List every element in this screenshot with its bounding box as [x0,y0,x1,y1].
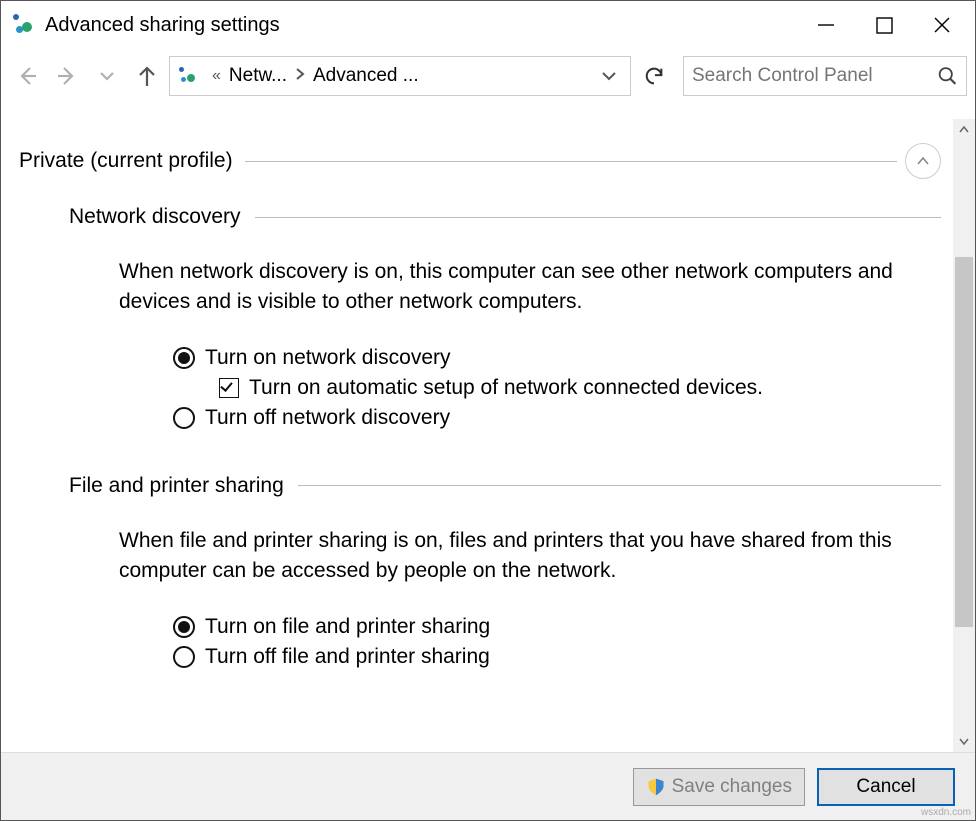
radio-icon [173,407,195,429]
scrollbar-track[interactable] [953,141,975,730]
scrollbar-thumb[interactable] [955,257,973,627]
divider [298,485,941,486]
minimize-button[interactable] [797,5,855,45]
radio-icon [173,616,195,638]
radio-file-printer-off[interactable]: Turn off file and printer sharing [173,645,941,669]
radio-label: Turn off file and printer sharing [205,645,490,669]
radio-label: Turn on file and printer sharing [205,615,490,639]
watermark: wsxdn.com [921,807,971,818]
button-label: Cancel [856,776,915,798]
section-heading: Network discovery [69,205,255,229]
radio-label: Turn off network discovery [205,406,450,430]
divider [255,217,941,218]
address-bar[interactable]: « Netw... Advanced ... [169,56,631,96]
recent-locations-button[interactable] [89,58,125,94]
window-title: Advanced sharing settings [45,14,280,37]
breadcrumb-sep [295,67,305,86]
location-icon [178,66,198,86]
breadcrumb-item-network[interactable]: Netw... [229,65,287,87]
collapse-button[interactable] [905,143,941,179]
breadcrumb-prefix: « [212,67,221,85]
close-button[interactable] [913,5,971,45]
scroll-up-arrow[interactable] [953,119,975,141]
divider [245,161,897,162]
profile-label: Private (current profile) [19,149,245,173]
radio-icon [173,646,195,668]
save-changes-button[interactable]: Save changes [633,768,805,806]
search-input[interactable] [692,65,937,87]
button-label: Save changes [672,776,792,798]
footer-bar: Save changes Cancel [1,752,975,820]
main-content: Private (current profile) Network discov… [1,119,953,752]
section-file-printer-sharing: File and printer sharing [69,474,941,498]
checkbox-label: Turn on automatic setup of network conne… [249,376,763,400]
network-discovery-description: When network discovery is on, this compu… [119,257,911,318]
navigation-bar: « Netw... Advanced ... [1,49,975,103]
section-heading: File and printer sharing [69,474,298,498]
section-network-discovery: Network discovery [69,205,941,229]
vertical-scrollbar[interactable] [953,119,975,752]
radio-file-printer-on[interactable]: Turn on file and printer sharing [173,615,941,639]
cancel-button[interactable]: Cancel [817,768,955,806]
shield-icon [646,777,666,797]
app-icon [11,12,37,38]
radio-network-discovery-off[interactable]: Turn off network discovery [173,406,941,430]
radio-icon [173,347,195,369]
back-button[interactable] [9,58,45,94]
scroll-down-arrow[interactable] [953,730,975,752]
up-button[interactable] [129,58,165,94]
titlebar: Advanced sharing settings [1,1,975,49]
radio-network-discovery-on[interactable]: Turn on network discovery [173,346,941,370]
search-icon[interactable] [937,65,958,87]
address-history-button[interactable] [594,68,624,84]
profile-header-private: Private (current profile) [19,143,941,179]
refresh-button[interactable] [635,56,673,96]
breadcrumb-item-advanced[interactable]: Advanced ... [313,65,419,87]
maximize-button[interactable] [855,5,913,45]
checkbox-auto-setup[interactable]: Turn on automatic setup of network conne… [219,376,941,400]
radio-label: Turn on network discovery [205,346,451,370]
checkbox-icon [219,378,239,398]
forward-button[interactable] [49,58,85,94]
search-box[interactable] [683,56,967,96]
file-printer-description: When file and printer sharing is on, fil… [119,526,911,587]
